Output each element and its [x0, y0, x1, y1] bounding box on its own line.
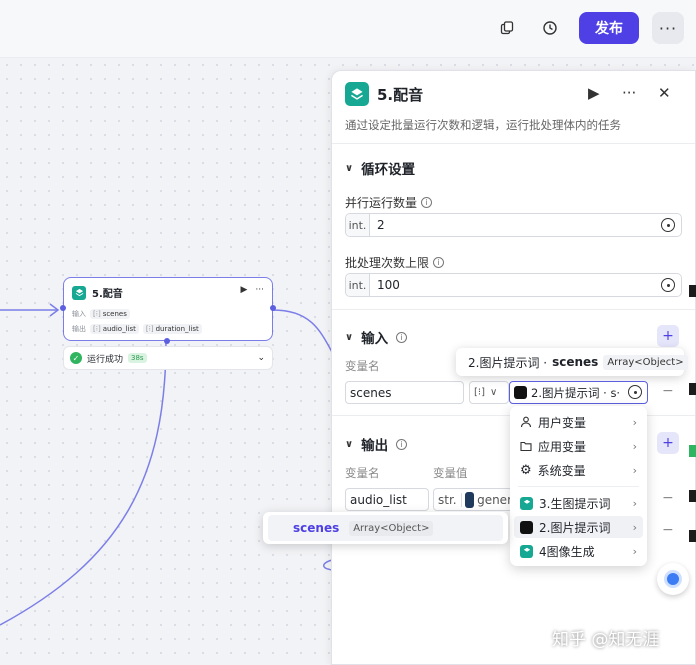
image-icon	[464, 491, 475, 508]
info-icon: i	[396, 438, 408, 450]
target-icon[interactable]	[661, 278, 675, 292]
reference-tooltip: 2.图片提示词 · scenes Array<Object>	[456, 348, 688, 376]
info-icon: i	[433, 257, 445, 268]
menu-item-system-var[interactable]: ⚙ 系统变量 ›	[514, 459, 643, 481]
info-icon: i	[421, 197, 433, 208]
chevron-down-icon[interactable]: ⌄	[257, 353, 265, 363]
output-value-select[interactable]: str. gener	[433, 488, 513, 511]
input-port[interactable]	[60, 305, 66, 311]
var-value-header: 变量值	[433, 466, 468, 480]
submenu-item-type: Array<Object>	[349, 520, 434, 536]
close-icon[interactable]: ✕	[658, 84, 671, 102]
menu-item-app-var[interactable]: 应用变量 ›	[514, 435, 643, 457]
bottom-port[interactable]	[164, 338, 170, 344]
limit-input[interactable]: int. 100	[345, 273, 682, 297]
input-reference-select[interactable]: 2.图片提示词 · s·	[509, 381, 648, 404]
input-tag: [⁝] scenes	[90, 309, 130, 319]
divider	[332, 143, 695, 144]
panel-title: 5.配音	[377, 86, 424, 104]
user-icon	[520, 416, 532, 428]
menu-item-node-4[interactable]: 4图像生成 ›	[514, 540, 643, 562]
divider	[332, 309, 695, 310]
submenu-item-scenes[interactable]: scenes	[293, 521, 339, 535]
input-section-header[interactable]: ∨ 输入 i	[345, 327, 408, 347]
input-var-name[interactable]: scenes	[345, 381, 464, 404]
gpt-icon	[520, 520, 533, 534]
edge-strip	[689, 445, 696, 457]
stack-icon	[345, 82, 369, 106]
output-port[interactable]	[270, 305, 276, 311]
status-text: 运行成功	[87, 354, 124, 365]
gear-icon: ⚙	[520, 462, 532, 478]
edge-strip	[689, 490, 696, 502]
menu-item-user-var[interactable]: 用户变量 ›	[514, 411, 643, 433]
variable-submenu: scenes Array<Object>	[263, 512, 508, 544]
more-icon[interactable]: ···	[622, 84, 636, 102]
edge-strip	[689, 285, 696, 297]
run-status[interactable]: ✓ 运行成功 38s ⌄	[63, 346, 273, 370]
input-type-select[interactable]: [⁝] ∨	[469, 381, 509, 404]
menu-divider	[518, 486, 639, 487]
check-icon: ✓	[70, 352, 82, 364]
folder-icon	[520, 441, 532, 452]
node-input-label: 输入	[72, 310, 86, 318]
var-name-header: 变量名	[345, 359, 380, 373]
output-tag: [⁝] audio_list	[90, 324, 139, 334]
chevron-down-icon: ∨	[345, 331, 354, 343]
node-title: 5.配音	[92, 289, 123, 300]
variable-menu: 用户变量 › 应用变量 › ⚙ 系统变量 › 3.生图提示词 › 2.图片提示词 › 4图…	[510, 406, 647, 566]
node-output-label: 输出	[72, 325, 86, 333]
remove-output-button[interactable]: −	[662, 522, 674, 538]
add-output-button[interactable]: +	[657, 432, 679, 454]
status-time: 38s	[128, 353, 147, 363]
assistant-icon	[664, 570, 682, 588]
output-section-header[interactable]: ∨ 输出 i	[345, 434, 408, 454]
node-run-icon[interactable]: ▶	[240, 285, 247, 295]
stack-icon	[520, 544, 533, 558]
parallel-label: 并行运行数量 i	[345, 194, 433, 211]
loop-section-header[interactable]: ∨ 循环设置	[345, 158, 415, 178]
output-var-name[interactable]: audio_list	[345, 488, 429, 511]
edge-strip	[689, 383, 696, 395]
target-icon[interactable]	[661, 218, 675, 232]
run-icon[interactable]: ▶	[588, 84, 600, 102]
node-more-icon[interactable]: ···	[255, 285, 264, 295]
watermark: 知乎 @知无涯	[552, 630, 660, 650]
workflow-node[interactable]: 5.配音 ▶ ··· 输入 [⁝] scenes 输出 [⁝] audio_list…	[60, 277, 276, 344]
var-name-header: 变量名	[345, 466, 380, 480]
limit-label: 批处理次数上限 i	[345, 254, 445, 271]
add-input-button[interactable]: +	[657, 325, 679, 347]
menu-item-node-2[interactable]: 2.图片提示词 ›	[514, 516, 643, 538]
stack-icon	[520, 496, 533, 510]
output-tag: [⁝] duration_list	[142, 324, 202, 334]
remove-input-button[interactable]: −	[662, 383, 674, 399]
edge-strip	[689, 530, 696, 542]
stack-icon	[72, 285, 86, 300]
chevron-down-icon: ∨	[345, 162, 354, 174]
panel-description: 通过设定批量运行次数和逻辑，运行批处理体内的任务	[345, 118, 621, 132]
remove-output-button[interactable]: −	[662, 490, 674, 506]
menu-item-node-3[interactable]: 3.生图提示词 ›	[514, 492, 643, 514]
assistant-button[interactable]	[657, 563, 689, 595]
info-icon: i	[396, 331, 408, 343]
gpt-icon	[514, 386, 527, 399]
chevron-down-icon: ∨	[345, 438, 354, 450]
target-icon[interactable]	[628, 385, 642, 399]
parallel-input[interactable]: int. 2	[345, 213, 682, 237]
